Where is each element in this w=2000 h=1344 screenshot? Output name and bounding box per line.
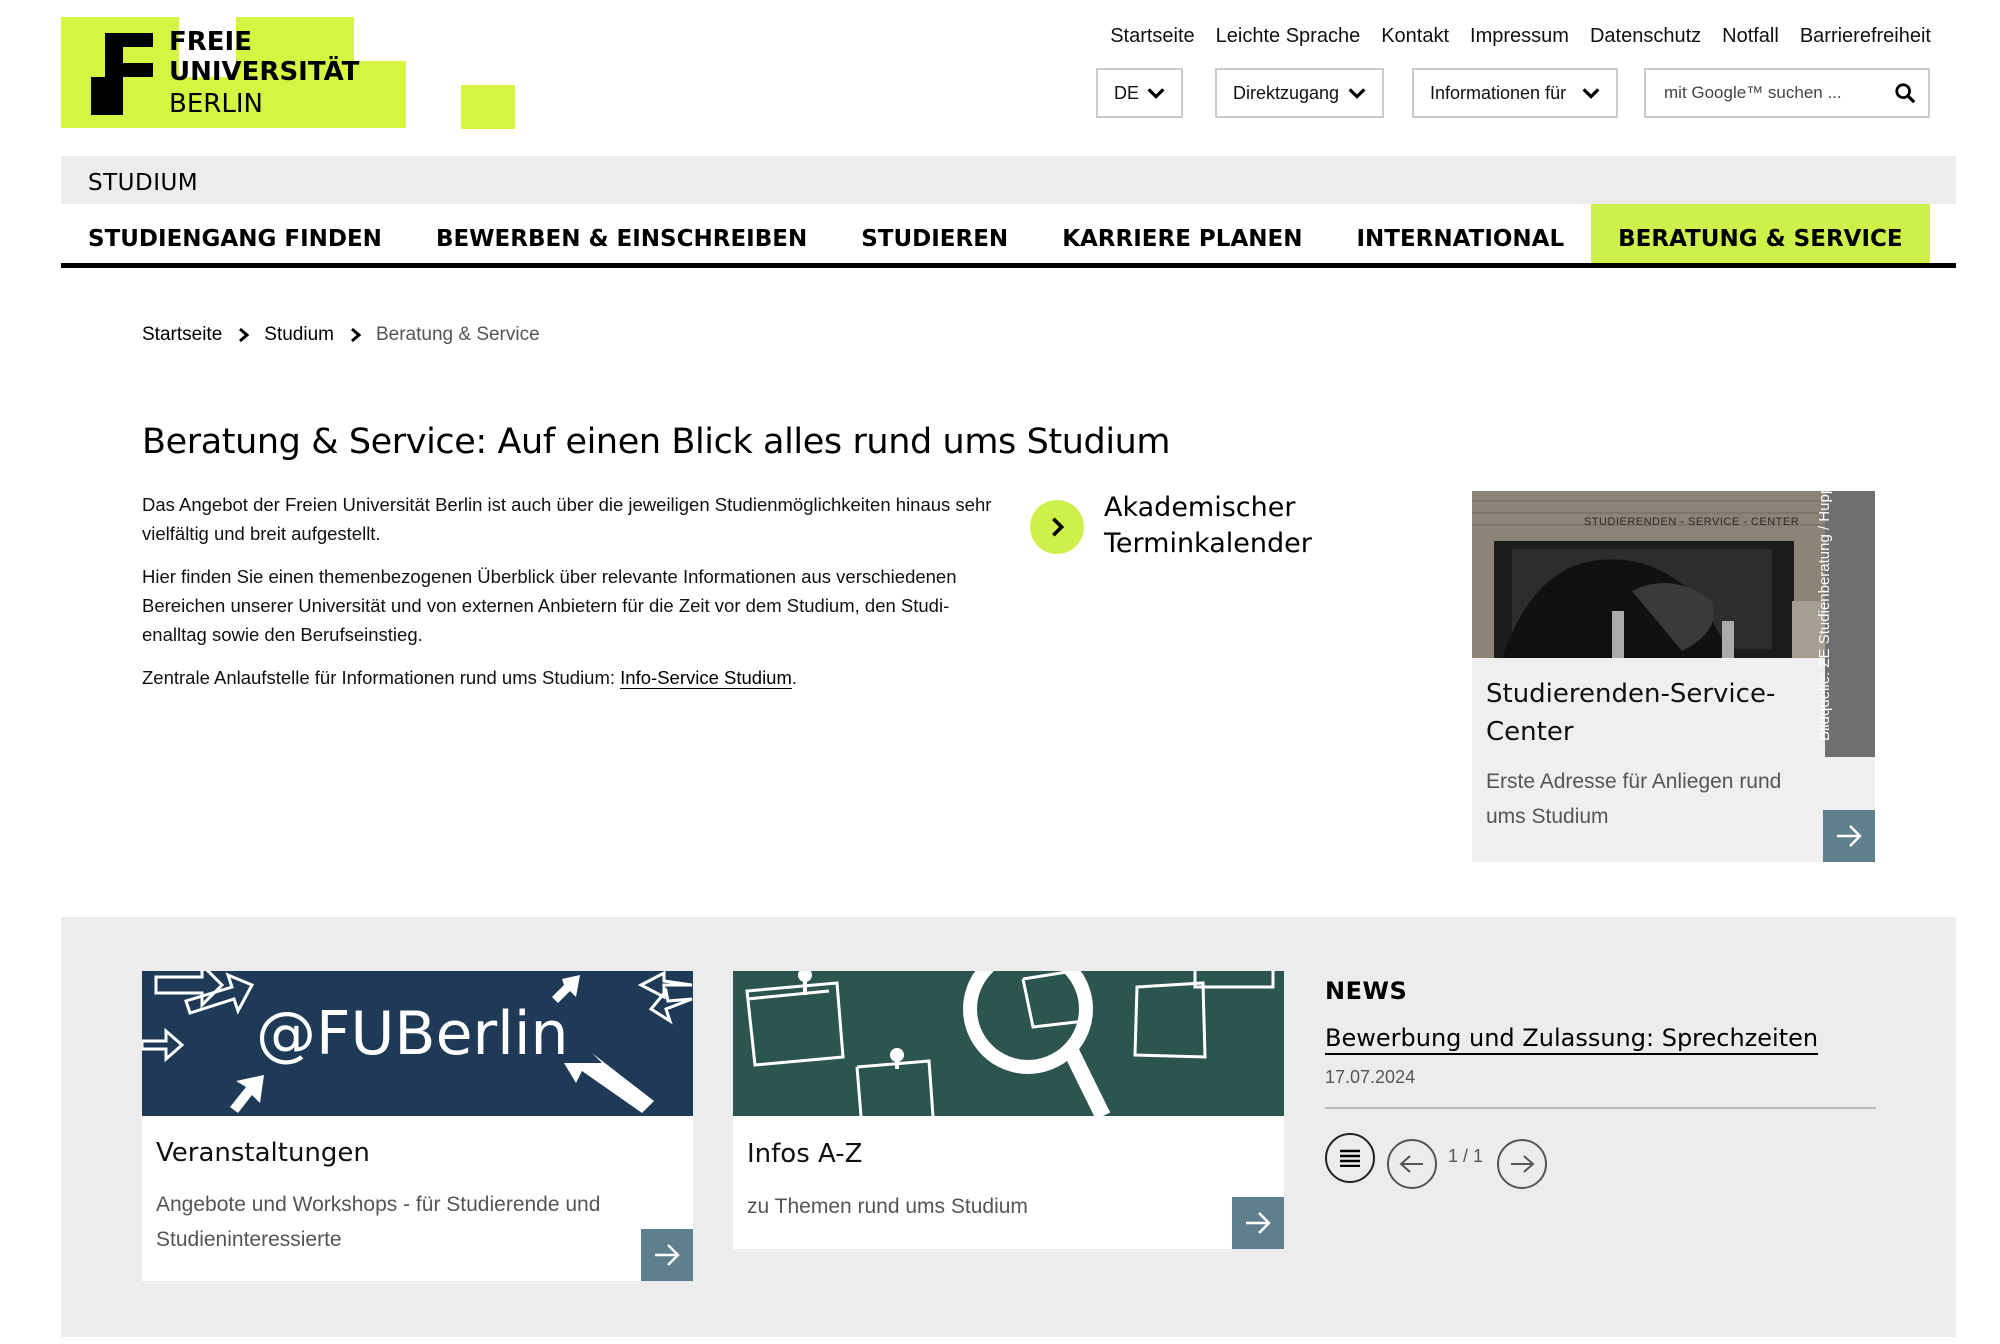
direct-access-dropdown[interactable]: Direktzugang — [1215, 68, 1384, 118]
service-link-kontakt[interactable]: Kontakt — [1381, 24, 1449, 48]
nav-beratung-service[interactable]: BERATUNG & SERVICE — [1591, 204, 1930, 263]
service-center-title-line-1: Studierenden-Service- — [1486, 679, 1776, 709]
nav-studiengang-finden[interactable]: STUDIENGANG FINDEN — [61, 204, 409, 263]
service-center-subtitle-line-2: ums Studium — [1486, 805, 1609, 828]
service-link-impressum[interactable]: Impressum — [1470, 24, 1569, 48]
news-item-date: 17.07.2024 — [1325, 1067, 1416, 1087]
page-title: Beratung & Service: Auf einen Blick alle… — [142, 422, 1171, 462]
news-item-link[interactable]: Bewerbung und Zulassung: Sprechzeiten — [1325, 1023, 1819, 1055]
academic-calendar-label: Akademischer Terminkalender — [1104, 490, 1334, 562]
section-header-bar — [61, 156, 1956, 204]
academic-calendar-line-2: Terminkalender — [1104, 528, 1312, 559]
intro-paragraph-3-text: Zentrale Anlaufstelle für Informationen … — [142, 667, 621, 688]
news-list-button[interactable] — [1325, 1133, 1375, 1183]
arrow-left-icon — [1399, 1155, 1423, 1173]
intro-paragraph-3: Zentrale Anlaufstelle für Informationen … — [142, 663, 992, 692]
nav-karriere-planen[interactable]: KARRIERE PLANEN — [1035, 204, 1329, 263]
news-next-button[interactable] — [1497, 1139, 1547, 1189]
academic-calendar-line-1: Akademischer — [1104, 492, 1296, 523]
service-center-subtitle-line-1: Erste Adresse für Anliegen rund — [1486, 770, 1782, 793]
chevron-down-icon — [1582, 88, 1600, 99]
events-tile-image-text: @FUBerlin — [256, 999, 569, 1069]
intro-text: Das Angebot der Freien Universität Berli… — [142, 490, 992, 706]
info-service-link[interactable]: Info-Service Studium — [620, 667, 792, 689]
fu-berlin-logo[interactable]: FREIE UNIVERSITÄT BERLIN — [61, 17, 516, 129]
logo-line-berlin: BERLIN — [169, 89, 263, 119]
events-tile-subtitle-line-1: Angebote und Workshops - für Studierende… — [156, 1193, 601, 1216]
direct-access-label: Direktzugang — [1233, 82, 1340, 103]
chevron-down-icon — [1348, 88, 1366, 99]
news-heading: NEWS — [1325, 977, 1408, 1005]
chevron-right-icon — [1030, 500, 1084, 554]
arrow-right-icon — [655, 1244, 680, 1266]
events-tile-image: @FUBerlin — [142, 971, 693, 1116]
news-pager-count: 1 / 1 — [1448, 1146, 1484, 1166]
section-title[interactable]: STUDIUM — [88, 170, 198, 196]
arrow-right-icon — [1246, 1212, 1271, 1234]
intro-paragraph-2: Hier finden Sie einen themenbezogenen Üb… — [142, 566, 957, 645]
arrow-right-icon — [1511, 1155, 1535, 1173]
arrow-right-icon — [1837, 825, 1862, 847]
main-nav: STUDIENGANG FINDEN BEWERBEN & EINSCHREIB… — [61, 204, 1956, 268]
service-center-card[interactable]: STUDIERENDEN - SERVICE - CENTER Bildquel… — [1472, 461, 1875, 862]
chevron-right-icon — [239, 327, 250, 343]
service-link-startseite[interactable]: Startseite — [1110, 24, 1194, 48]
infos-az-tile[interactable]: Infos A-Z zu Themen rund ums Studium — [733, 971, 1284, 1249]
logo-line-freie: FREIE — [169, 27, 252, 57]
breadcrumb-studium[interactable]: Studium — [264, 324, 334, 346]
image-caption: Bildquelle: ZE Studienberatung / Huppert… — [1816, 460, 1833, 741]
events-tile-title: Veranstaltungen — [156, 1138, 370, 1168]
intro-paragraph-1: Das Angebot der Freien Universität Berli… — [142, 494, 992, 544]
language-value: DE — [1114, 82, 1140, 103]
service-center-title: Studierenden-Service- Center — [1486, 675, 1775, 751]
language-dropdown[interactable]: DE — [1096, 68, 1183, 118]
search-icon[interactable] — [1894, 82, 1916, 104]
service-center-image-sign: STUDIERENDEN - SERVICE - CENTER — [1584, 516, 1800, 528]
breadcrumb: Startseite Studium Beratung & Service — [142, 324, 540, 346]
service-center-subtitle: Erste Adresse für Anliegen rund ums Stud… — [1486, 764, 1781, 834]
intro-paragraph-3-suffix: . — [791, 667, 798, 688]
infos-az-tile-arrow-button[interactable] — [1232, 1197, 1284, 1249]
breadcrumb-current: Beratung & Service — [375, 324, 540, 345]
search-input[interactable] — [1662, 82, 1882, 104]
image-caption-strip: Bildquelle: ZE Studienberatung / Huppert… — [1816, 461, 1875, 757]
logo-line-universitaet: UNIVERSITÄT — [169, 57, 360, 87]
service-link-barrierefreiheit[interactable]: Barrierefreiheit — [1800, 24, 1931, 48]
events-tile[interactable]: @FUBerlin Veranstaltungen Angebote und W… — [142, 971, 693, 1281]
info-for-dropdown[interactable]: Informationen für — [1412, 68, 1618, 118]
service-center-arrow-button[interactable] — [1823, 810, 1875, 862]
academic-calendar-link[interactable]: Akademischer Terminkalender — [1030, 490, 1334, 562]
events-tile-arrow-button[interactable] — [641, 1229, 693, 1281]
nav-bewerben-einschreiben[interactable]: BEWERBEN & EINSCHREIBEN — [409, 204, 834, 263]
nav-studieren[interactable]: STUDIEREN — [834, 204, 1035, 263]
service-link-notfall[interactable]: Notfall — [1722, 24, 1779, 48]
events-tile-subtitle-line-2: Studieninteressierte — [156, 1228, 342, 1251]
infos-az-tile-image — [733, 971, 1284, 1116]
news-previous-button[interactable] — [1387, 1139, 1437, 1189]
list-icon — [1340, 1149, 1360, 1167]
chevron-right-icon — [350, 327, 362, 343]
events-tile-subtitle: Angebote und Workshops - für Studierende… — [156, 1187, 600, 1257]
breadcrumb-startseite[interactable]: Startseite — [142, 324, 222, 346]
infos-az-tile-title: Infos A-Z — [747, 1139, 863, 1169]
service-link-leichte-sprache[interactable]: Leichte Sprache — [1216, 24, 1361, 48]
chevron-down-icon — [1147, 88, 1165, 99]
search-box — [1644, 68, 1930, 118]
service-link-datenschutz[interactable]: Datenschutz — [1590, 24, 1701, 48]
service-center-image: STUDIERENDEN - SERVICE - CENTER — [1472, 491, 1875, 658]
infos-az-tile-subtitle: zu Themen rund ums Studium — [747, 1195, 1028, 1218]
nav-international[interactable]: INTERNATIONAL — [1329, 204, 1591, 263]
news-divider — [1325, 1107, 1876, 1109]
service-center-title-line-2: Center — [1486, 717, 1574, 747]
service-nav: Startseite Leichte Sprache Kontakt Impre… — [1089, 24, 1931, 48]
info-for-label: Informationen für — [1430, 82, 1567, 103]
